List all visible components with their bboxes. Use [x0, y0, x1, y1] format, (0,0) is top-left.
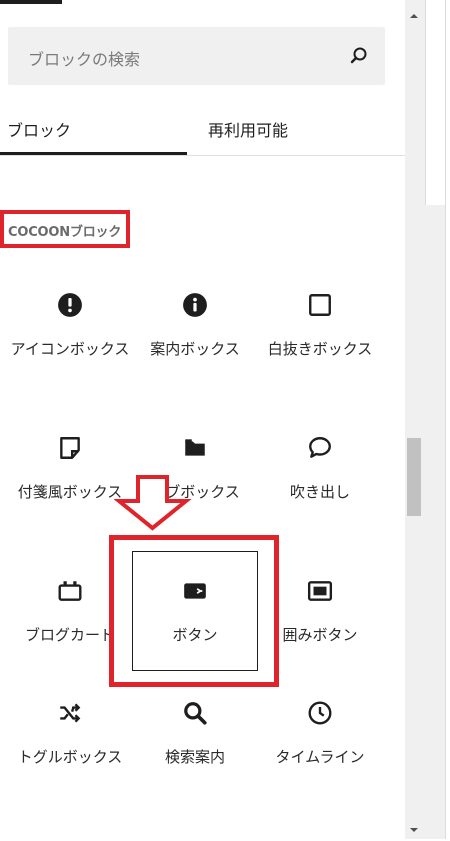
- block-search-field[interactable]: ブロックの検索: [8, 27, 385, 85]
- block-label: 検索案内: [164, 748, 225, 766]
- square-icon: [307, 292, 333, 318]
- speech-bubble-icon: [307, 435, 333, 461]
- annotation-arrow-icon: [114, 475, 192, 531]
- search-icon: [182, 700, 208, 726]
- tab-blocks-label: ブロック: [7, 121, 72, 140]
- scroll-up-arrow-icon[interactable]: [407, 8, 421, 22]
- block-label: 吹き出し: [289, 483, 350, 501]
- block-speech-balloon[interactable]: 吹き出し: [258, 435, 382, 535]
- block-label: タイムライン: [275, 748, 365, 766]
- editor-pane-strip: [445, 0, 450, 839]
- block-label: 案内ボックス: [150, 340, 240, 358]
- category-header-highlight: COCOONブロック: [0, 210, 130, 248]
- scrollbar-thumb[interactable]: [407, 438, 421, 516]
- block-label: アイコンボックス: [10, 340, 130, 358]
- block-blank-box[interactable]: 白抜きボックス: [258, 292, 382, 392]
- scrollbar-track[interactable]: [405, 0, 423, 839]
- scroll-down-arrow-icon[interactable]: [407, 822, 421, 836]
- search-placeholder: ブロックの検索: [28, 50, 141, 69]
- tab-reusable-label: 再利用可能: [208, 121, 289, 140]
- block-label: トグルボックス: [17, 748, 123, 766]
- blog-card-icon: [57, 578, 83, 604]
- category-title: COCOONブロック: [8, 225, 122, 240]
- search-icon[interactable]: [347, 44, 371, 68]
- block-toggle-box[interactable]: トグルボックス: [8, 700, 132, 800]
- tab-reusable[interactable]: 再利用可能: [187, 112, 405, 156]
- info-icon: [182, 292, 208, 318]
- top-strip: [0, 0, 62, 4]
- block-info-box[interactable]: 案内ボックス: [133, 292, 257, 392]
- annotation-highlight-box: [109, 535, 279, 687]
- tab-blocks[interactable]: ブロック: [0, 112, 187, 156]
- sticky-note-icon: [57, 435, 83, 461]
- block-icon-box[interactable]: アイコンボックス: [8, 292, 132, 392]
- tab-divider: [0, 155, 405, 156]
- folder-tab-icon: [182, 435, 208, 461]
- editor-pane-edge: [423, 0, 450, 839]
- block-label: 白抜きボックス: [267, 340, 373, 358]
- wrapped-button-icon: [307, 578, 333, 604]
- clock-icon: [307, 700, 333, 726]
- block-timeline[interactable]: タイムライン: [258, 700, 382, 800]
- editor-pane-panel: [425, 0, 446, 205]
- block-search-guide[interactable]: 検索案内: [133, 700, 257, 800]
- shuffle-icon: [57, 700, 83, 726]
- alert-icon: [57, 292, 83, 318]
